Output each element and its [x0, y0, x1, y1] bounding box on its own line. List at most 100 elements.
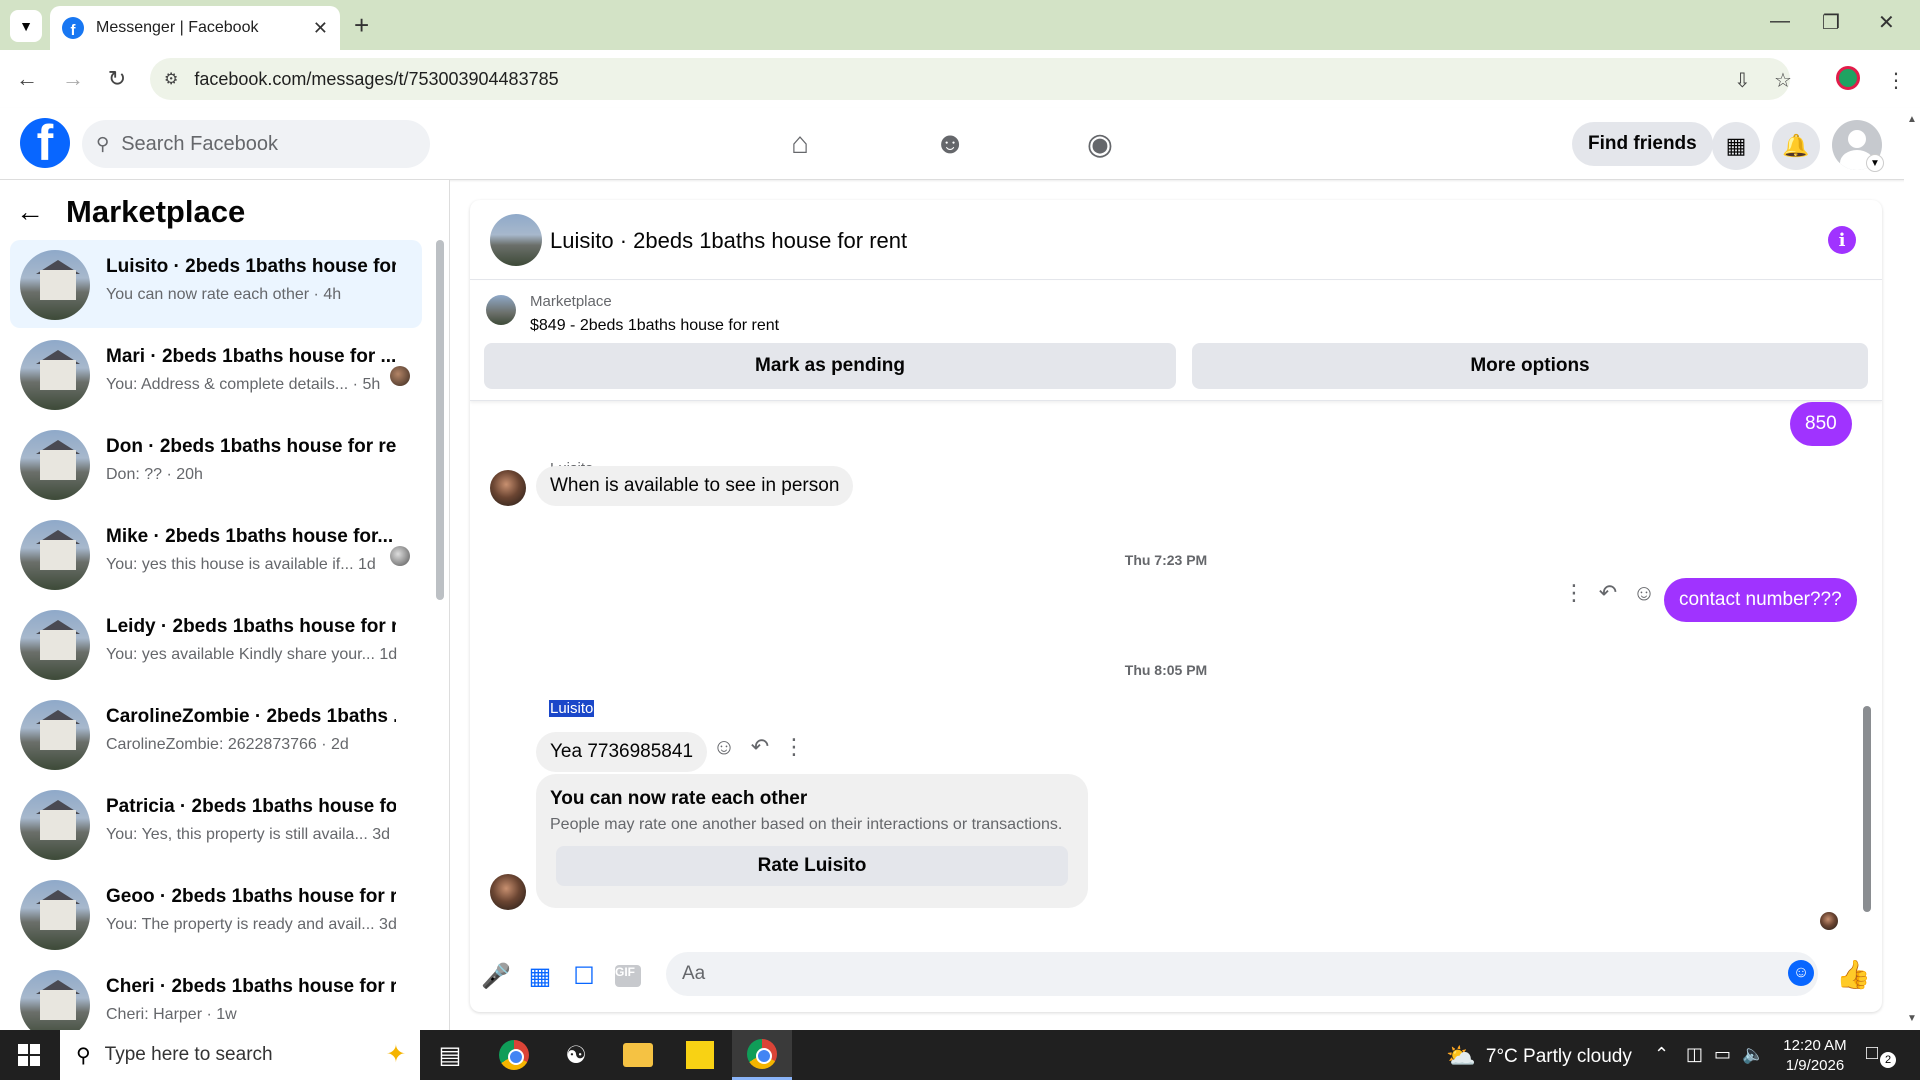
chat-listing-thumbnail[interactable] — [490, 214, 542, 266]
incoming-message[interactable]: Yea 7736985841 — [536, 732, 708, 772]
thumbs-up-icon[interactable]: 👍 — [1836, 958, 1871, 991]
home-icon[interactable]: ⌂ — [780, 122, 820, 166]
photo-attach-icon[interactable]: ▦ — [526, 962, 554, 990]
facebook-search-input[interactable] — [121, 132, 402, 156]
scroll-up-icon[interactable]: ▲ — [1907, 114, 1917, 125]
browser-profile-icon[interactable] — [1836, 66, 1860, 90]
listing-thumbnail — [20, 250, 90, 320]
menu-grid-icon[interactable]: ▦ — [1712, 122, 1760, 170]
minimize-window-button[interactable]: — — [1770, 10, 1790, 33]
task-view-icon[interactable]: ▤ — [420, 1030, 480, 1080]
notification-count: 2 — [1880, 1052, 1896, 1068]
system-clock[interactable]: 12:20 AM 1/9/2026 — [1770, 1036, 1860, 1076]
outgoing-message[interactable]: contact number??? — [1664, 578, 1857, 622]
scroll-down-icon[interactable]: ▼ — [1907, 1013, 1917, 1024]
rate-card-title: You can now rate each other — [550, 788, 808, 809]
reply-icon[interactable]: ↶ — [1594, 580, 1622, 606]
listing-thumbnail — [20, 430, 90, 500]
device-icon[interactable]: ◫ — [1686, 1044, 1703, 1065]
new-tab-button[interactable]: + — [354, 10, 369, 41]
conversation-item[interactable]: Luisito · 2beds 1baths house for ... You… — [10, 240, 422, 328]
outgoing-message[interactable]: 850 — [1790, 402, 1852, 446]
weather-text: 7°C Partly cloudy — [1485, 1045, 1632, 1067]
notification-center-icon[interactable]: □ 2 — [1866, 1042, 1896, 1068]
close-tab-icon[interactable]: ✕ — [313, 18, 328, 39]
microphone-icon[interactable]: 🎤 — [481, 962, 511, 990]
forward-icon[interactable]: → — [56, 62, 90, 96]
info-icon[interactable]: i — [1828, 226, 1856, 254]
react-emoji-icon[interactable]: ☺ — [710, 734, 738, 760]
browser-tab-strip: ▼ f Messenger | Facebook ✕ + — ❐ ✕ — [0, 0, 1920, 50]
sender-avatar[interactable] — [490, 874, 526, 910]
marketplace-sidebar: ← Marketplace Luisito · 2beds 1baths hou… — [0, 180, 450, 1030]
mark-as-pending-button[interactable]: Mark as pending — [484, 343, 1176, 389]
conversation-item[interactable]: Mike · 2beds 1baths house for... You: ye… — [10, 510, 422, 598]
file-explorer-icon[interactable] — [608, 1030, 668, 1080]
conversation-item[interactable]: Geoo · 2beds 1baths house for r... You: … — [10, 870, 422, 958]
notifications-bell-icon[interactable]: 🔔 — [1772, 122, 1820, 170]
reload-icon[interactable]: ↻ — [100, 62, 134, 96]
facebook-search[interactable]: ⚲ — [82, 120, 430, 168]
conversation-item[interactable]: Cheri · 2beds 1baths house for r... Cher… — [10, 960, 422, 1030]
conversation-item[interactable]: Leidy · 2beds 1baths house for r... You:… — [10, 600, 422, 688]
search-icon: ⚲ — [96, 133, 110, 154]
emoji-icon[interactable]: ☺ — [1788, 960, 1814, 986]
listing-price[interactable]: $849 - 2beds 1baths house for rent — [530, 317, 779, 335]
network-icon[interactable]: ▭ — [1714, 1044, 1731, 1065]
conversation-snippet: You: The property is ready and avail... … — [106, 916, 397, 933]
conversation-item[interactable]: Patricia · 2beds 1baths house for... You… — [10, 780, 422, 868]
conversation-name: Luisito · 2beds 1baths house for ... — [106, 256, 396, 277]
sidebar-scrollbar[interactable] — [434, 240, 444, 1030]
account-caret-icon[interactable]: ▼ — [1866, 154, 1884, 172]
groups-icon[interactable]: ◉ — [1080, 122, 1120, 166]
back-icon[interactable]: ← — [10, 62, 44, 96]
browser-menu-icon[interactable]: ⋮ — [1886, 68, 1906, 93]
react-emoji-icon[interactable]: ☺ — [1630, 580, 1658, 606]
sender-avatar[interactable] — [490, 470, 526, 506]
find-friends-button[interactable]: Find friends — [1572, 122, 1713, 166]
chat-title[interactable]: Luisito · 2beds 1baths house for rent — [550, 228, 907, 254]
more-actions-icon[interactable]: ⋮ — [1560, 580, 1588, 606]
browser-tab[interactable]: f Messenger | Facebook ✕ — [50, 6, 340, 50]
conversation-item[interactable]: CarolineZombie · 2beds 1baths ... Caroli… — [10, 690, 422, 778]
address-bar[interactable]: ⚙ facebook.com/messages/t/75300390448378… — [150, 58, 1790, 100]
friends-icon[interactable]: ☻ — [930, 122, 970, 166]
sticker-icon[interactable]: ☐ — [570, 962, 598, 990]
rate-card-description: People may rate one another based on the… — [550, 816, 1063, 833]
listing-banner-thumbnail — [486, 295, 516, 325]
message-input[interactable] — [666, 952, 1818, 996]
page-scrollbar[interactable]: ▲ ▼ — [1904, 108, 1920, 1030]
search-icon: ⚲ — [76, 1044, 91, 1067]
taskbar-search[interactable]: ⚲ ✦ — [60, 1030, 420, 1080]
site-info-icon[interactable]: ⚙ — [164, 69, 178, 89]
chat-scrollbar[interactable] — [1860, 402, 1874, 932]
windows-start-icon[interactable] — [18, 1044, 40, 1066]
restore-window-button[interactable]: ❐ — [1822, 10, 1840, 35]
volume-icon[interactable]: 🔈 — [1742, 1044, 1764, 1065]
seen-avatar — [390, 366, 410, 386]
back-arrow-icon[interactable]: ← — [16, 196, 44, 228]
incoming-message[interactable]: When is available to see in person — [536, 466, 854, 506]
rate-luisito-button[interactable]: Rate Luisito — [556, 846, 1068, 886]
taskbar-search-input[interactable] — [104, 1044, 305, 1066]
app-taskbar-icon[interactable]: ☯ — [546, 1030, 606, 1080]
tab-search-menu-button[interactable]: ▼ — [10, 10, 42, 42]
reply-icon[interactable]: ↶ — [746, 734, 774, 760]
chrome-active-taskbar-icon[interactable] — [732, 1030, 792, 1080]
conversation-item[interactable]: Mari · 2beds 1baths house for ... You: A… — [10, 330, 422, 418]
weather-widget[interactable]: ⛅ 7°C Partly cloudy — [1446, 1042, 1632, 1071]
listing-thumbnail — [20, 880, 90, 950]
facebook-logo[interactable]: f — [20, 118, 70, 168]
gif-icon[interactable]: GIF — [614, 962, 642, 990]
more-options-button[interactable]: More options — [1192, 343, 1868, 389]
bookmark-star-icon[interactable]: ☆ — [1774, 68, 1792, 93]
close-window-button[interactable]: ✕ — [1878, 10, 1895, 35]
install-app-icon[interactable]: ⇩ — [1734, 68, 1751, 93]
conversation-snippet: Cheri: Harper · 1w — [106, 1006, 237, 1023]
more-actions-icon[interactable]: ⋮ — [780, 734, 808, 760]
listing-thumbnail — [20, 790, 90, 860]
sticky-notes-icon[interactable] — [670, 1030, 730, 1080]
conversation-item[interactable]: Don · 2beds 1baths house for rent Don: ?… — [10, 420, 422, 508]
show-hidden-icons-icon[interactable]: ⌃ — [1654, 1044, 1669, 1065]
chrome-taskbar-icon[interactable] — [484, 1030, 544, 1080]
